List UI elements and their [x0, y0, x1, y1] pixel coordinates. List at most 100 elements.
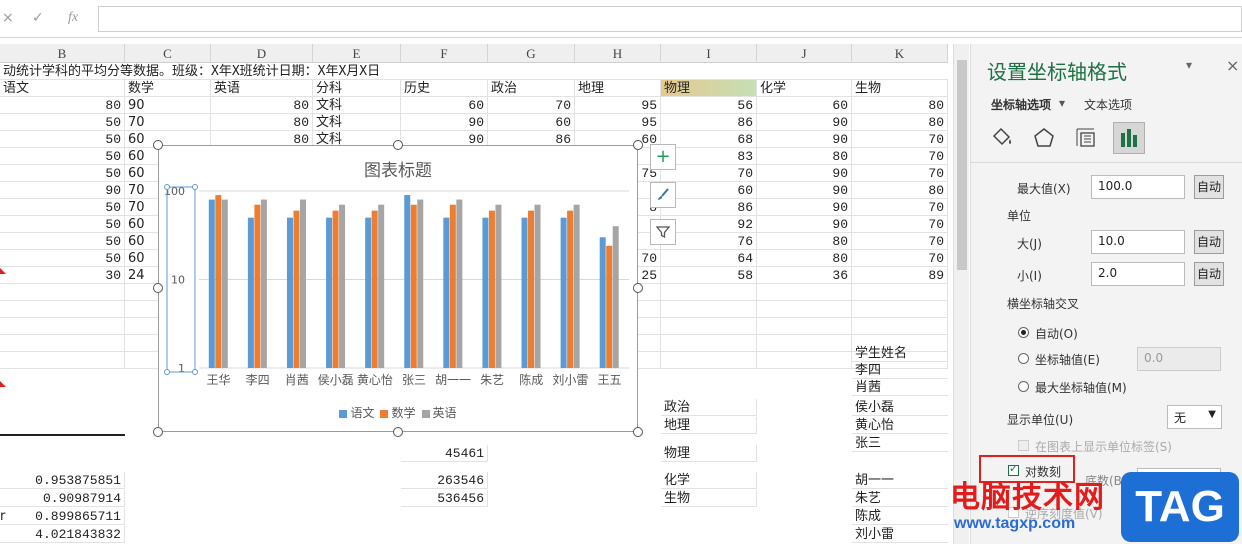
- header-cell[interactable]: 分科: [313, 80, 401, 97]
- b-value-cell[interactable]: 0.953875851: [0, 472, 125, 489]
- pane-options-icon[interactable]: ▾: [1186, 58, 1192, 72]
- x-tick-label[interactable]: 李四: [246, 372, 270, 387]
- data-cell[interactable]: 56: [661, 97, 757, 114]
- bar-2-5[interactable]: [371, 210, 378, 368]
- chart-elements-button[interactable]: +: [650, 144, 676, 170]
- chart-legend[interactable]: 语文 数学 英语: [159, 404, 637, 421]
- bar-2-11[interactable]: [606, 245, 613, 368]
- legend-item-2[interactable]: 数学: [380, 404, 416, 421]
- column-header-b[interactable]: B: [0, 44, 125, 63]
- data-cell[interactable]: 70: [852, 216, 948, 233]
- k-list-cell[interactable]: 朱艺: [852, 490, 948, 507]
- data-cell[interactable]: 36: [757, 267, 852, 284]
- b-value-cell[interactable]: 4.021843832: [0, 526, 125, 543]
- resize-handle-b[interactable]: [393, 427, 403, 437]
- f-value-cell[interactable]: 263546: [401, 472, 488, 489]
- major-auto-button[interactable]: 自动: [1194, 230, 1224, 254]
- show-unit-checkbox[interactable]: [1018, 440, 1029, 451]
- fx-icon[interactable]: fx: [68, 10, 78, 26]
- legend-item-3[interactable]: 英语: [421, 404, 457, 421]
- f-value-cell[interactable]: 45461: [401, 445, 488, 462]
- data-cell[interactable]: 80: [757, 148, 852, 165]
- chart-plot[interactable]: 110100王华 李四 肖茜 侯小磊 黄心怡 张三 胡一一 朱艺 陈成 刘小雷 王五: [159, 146, 639, 433]
- bar-2-9[interactable]: [528, 210, 535, 368]
- bar-3-3[interactable]: [299, 199, 306, 368]
- show-unit-label[interactable]: 在图表上显示单位标签(S): [1035, 438, 1172, 455]
- axis-options-tab[interactable]: [1113, 122, 1145, 154]
- scrollbar-thumb[interactable]: [957, 60, 967, 270]
- empty-cell[interactable]: [0, 335, 125, 352]
- k-list-cell[interactable]: 肖茜: [852, 379, 948, 396]
- empty-cell[interactable]: [757, 301, 852, 318]
- display-unit-select[interactable]: 无 ▼: [1167, 405, 1222, 429]
- column-header-c[interactable]: C: [125, 44, 211, 63]
- bar-1-1[interactable]: [208, 199, 215, 368]
- data-cell[interactable]: 58: [661, 267, 757, 284]
- data-cell[interactable]: 80: [757, 250, 852, 267]
- k-list-cell[interactable]: 侯小磊: [852, 399, 948, 416]
- i-list-cell[interactable]: 物理: [661, 445, 757, 462]
- bar-1-7[interactable]: [443, 217, 450, 368]
- resize-handle-l[interactable]: [153, 283, 163, 293]
- empty-cell[interactable]: [661, 335, 757, 352]
- bar-2-10[interactable]: [567, 210, 574, 368]
- data-cell[interactable]: 70: [852, 148, 948, 165]
- formula-input[interactable]: [98, 6, 1242, 32]
- x-tick-label[interactable]: 王华: [207, 373, 231, 387]
- resize-handle-br[interactable]: [633, 427, 643, 437]
- data-cell[interactable]: 80: [852, 97, 948, 114]
- i-list-cell[interactable]: 生物: [661, 490, 757, 507]
- data-cell[interactable]: 86: [661, 114, 757, 131]
- column-header-e[interactable]: E: [313, 44, 401, 63]
- axis-selection-handle[interactable]: [164, 369, 170, 375]
- data-cell[interactable]: 50: [0, 131, 125, 148]
- k-list-cell[interactable]: 李四: [852, 362, 948, 379]
- data-cell[interactable]: 90: [0, 182, 125, 199]
- i-list-cell[interactable]: 地理: [661, 417, 757, 434]
- data-cell[interactable]: 89: [852, 267, 948, 284]
- bar-3-8[interactable]: [495, 204, 502, 368]
- data-cell[interactable]: 90: [757, 165, 852, 182]
- bar-1-4[interactable]: [326, 217, 333, 368]
- cross-value-label[interactable]: 坐标轴值(E): [1035, 351, 1100, 368]
- bar-2-1[interactable]: [215, 195, 222, 368]
- bar-3-4[interactable]: [339, 204, 346, 368]
- f-value-cell[interactable]: 536456: [401, 490, 488, 507]
- empty-cell[interactable]: [757, 318, 852, 335]
- bar-2-4[interactable]: [332, 210, 339, 368]
- tab-text-options[interactable]: 文本选项: [1084, 96, 1132, 113]
- data-cell[interactable]: 50: [0, 114, 125, 131]
- chart-area[interactable]: 图表标题 1 10 100 王华 李四 肖茜 侯小磊 黄心怡 张三 胡一一 朱艺 陈成 刘小雷 王五 语文…: [153, 140, 643, 437]
- chart-filters-button[interactable]: [650, 219, 676, 245]
- bar-1-9[interactable]: [521, 217, 528, 368]
- data-cell[interactable]: 90: [401, 114, 488, 131]
- bar-1-11[interactable]: [599, 237, 606, 368]
- data-cell[interactable]: 70: [852, 199, 948, 216]
- data-cell[interactable]: 95: [575, 97, 661, 114]
- bar-2-6[interactable]: [410, 204, 417, 368]
- column-header-f[interactable]: F: [401, 44, 488, 63]
- empty-cell[interactable]: [661, 352, 757, 369]
- empty-cell[interactable]: [661, 318, 757, 335]
- k-list-cell[interactable]: 学生姓名: [852, 345, 948, 362]
- bar-1-6[interactable]: [404, 195, 411, 368]
- column-header-d[interactable]: D: [211, 44, 313, 63]
- data-cell[interactable]: 50: [0, 233, 125, 250]
- bar-3-9[interactable]: [534, 204, 541, 368]
- bar-1-10[interactable]: [560, 217, 567, 368]
- data-cell[interactable]: 文科: [313, 114, 401, 131]
- data-cell[interactable]: 70: [125, 114, 211, 131]
- x-tick-label[interactable]: 侯小磊: [318, 373, 354, 387]
- data-cell[interactable]: 90: [757, 199, 852, 216]
- axis-selection-handle[interactable]: [192, 184, 198, 190]
- cross-value-input[interactable]: 0.0: [1137, 347, 1221, 371]
- header-cell[interactable]: 政治: [488, 80, 575, 97]
- resize-handle-tl[interactable]: [153, 140, 163, 150]
- data-cell[interactable]: 70: [852, 250, 948, 267]
- bar-3-5[interactable]: [378, 204, 385, 368]
- max-auto-button[interactable]: 自动: [1194, 175, 1224, 199]
- size-properties-icon[interactable]: [1074, 126, 1100, 150]
- bar-2-3[interactable]: [293, 210, 300, 368]
- minor-input[interactable]: 2.0: [1091, 262, 1185, 286]
- k-list-cell[interactable]: 黄心怡: [852, 417, 948, 434]
